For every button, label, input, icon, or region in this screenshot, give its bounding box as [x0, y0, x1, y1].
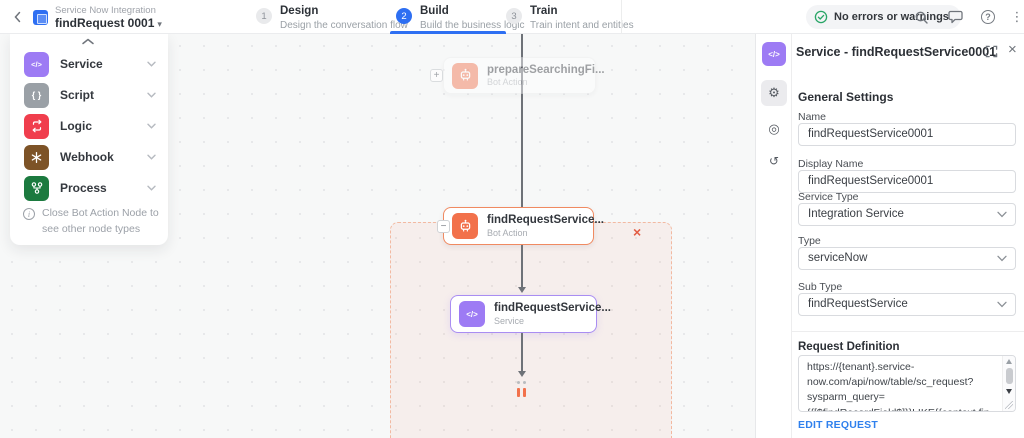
connector-line — [521, 333, 523, 372]
step-number: 1 — [256, 8, 272, 24]
name-label: Name — [798, 111, 826, 123]
display-name-field[interactable]: findRequestService0001 — [798, 170, 1016, 193]
code-icon: </> — [24, 52, 49, 77]
sub-type-label: Sub Type — [798, 281, 842, 293]
service-code-icon: </> — [459, 301, 485, 327]
step-number: 3 — [506, 8, 522, 24]
chevron-down-icon — [997, 301, 1007, 309]
chevron-down-icon — [997, 255, 1007, 263]
service-code-icon: </> — [762, 42, 786, 66]
node-subtitle: Bot Action — [487, 77, 605, 88]
chevron-down-icon — [147, 92, 156, 98]
palette-item-logic[interactable]: Logic — [24, 113, 156, 139]
chevron-down-icon — [147, 123, 156, 129]
back-icon[interactable] — [10, 9, 26, 25]
collapse-node-button[interactable]: − — [437, 220, 450, 233]
node-title: findRequestService... — [494, 301, 611, 315]
scroll-thumb[interactable] — [1006, 368, 1013, 384]
bot-action-icon — [452, 63, 478, 89]
breadcrumb: Service Now Integration — [55, 5, 156, 16]
palette-item-service[interactable]: </> Service — [24, 51, 156, 77]
connector-dot — [523, 381, 526, 384]
node-title: prepareSearchingFi... — [487, 63, 605, 77]
braces-icon: { } — [24, 83, 49, 108]
flowchart-icon — [24, 176, 49, 201]
app-window: Service Now Integration findRequest 0001… — [0, 0, 1024, 438]
step-label: Design — [280, 4, 408, 19]
node-palette: </> Service { } Script Logic Webhook — [10, 34, 168, 245]
palette-item-webhook[interactable]: Webhook — [24, 144, 156, 170]
status-text: No errors or warnings — [834, 11, 949, 23]
sub-type-select[interactable]: findRequestService — [798, 293, 1016, 316]
scroll-up-icon[interactable] — [1006, 359, 1012, 364]
collapse-panel-icon[interactable] — [81, 37, 97, 47]
node-subtitle: Service — [494, 316, 611, 327]
connector-arrow — [518, 371, 526, 377]
step-desc: Design the conversation flow — [280, 19, 408, 32]
node-title: findRequestService... — [487, 213, 604, 227]
service-type-select[interactable]: Integration Service — [798, 203, 1016, 226]
active-tab-underline — [390, 31, 506, 34]
asterisk-icon — [24, 145, 49, 170]
step-desc: Train intent and entities — [530, 19, 634, 32]
top-header: Service Now Integration findRequest 0001… — [0, 0, 1024, 34]
status-badge[interactable]: No errors or warnings — [806, 5, 961, 29]
tab-design[interactable]: 1 Design Design the conversation flow — [256, 4, 408, 32]
step-label: Train — [530, 4, 634, 19]
kebab-menu-icon[interactable]: ⋮ — [1008, 8, 1024, 26]
comment-icon[interactable] — [946, 8, 964, 26]
chevron-down-icon: ▾ — [157, 19, 162, 29]
check-circle-icon — [814, 10, 828, 24]
rotate-icon[interactable]: ↺ — [761, 148, 787, 174]
help-icon[interactable]: ? — [979, 8, 997, 26]
expand-node-button[interactable]: + — [430, 69, 443, 82]
type-select[interactable]: serviceNow — [798, 247, 1016, 270]
node-find-request-bot-action[interactable]: findRequestService... Bot Action − — [443, 207, 594, 245]
palette-item-process[interactable]: Process — [24, 175, 156, 201]
resize-handle[interactable] — [1005, 401, 1013, 409]
app-logo-icon — [33, 10, 48, 25]
edit-request-link[interactable]: EDIT REQUEST — [798, 419, 878, 431]
chevron-down-icon — [147, 154, 156, 160]
connector-arrow — [518, 287, 526, 293]
bot-action-icon — [452, 213, 478, 239]
section-title: General Settings — [798, 90, 893, 104]
drop-target-stub[interactable] — [517, 388, 520, 397]
display-name-label: Display Name — [798, 158, 863, 170]
type-label: Type — [798, 235, 821, 247]
section-divider — [792, 331, 1024, 332]
node-subtitle: Bot Action — [487, 228, 604, 239]
service-inspector-panel: </> ⚙ ◎ ↺ Service - findRequestService00… — [755, 34, 1024, 438]
palette-note: Close Bot Action Node to see other node … — [42, 206, 160, 238]
request-definition-label: Request Definition — [798, 341, 900, 353]
step-number: 2 — [396, 8, 412, 24]
gear-icon[interactable]: ⚙ — [761, 80, 787, 106]
service-type-label: Service Type — [798, 191, 859, 203]
tab-train[interactable]: 3 Train Train intent and entities — [506, 4, 634, 32]
scroll-down-icon[interactable] — [1006, 389, 1012, 394]
project-title-dropdown[interactable]: findRequest 0001▾ — [55, 16, 162, 30]
chevron-down-icon — [997, 211, 1007, 219]
search-icon[interactable] — [912, 8, 930, 26]
name-field[interactable]: findRequestService0001 — [798, 123, 1016, 146]
close-icon[interactable]: × — [1008, 41, 1017, 58]
node-prepare-searching[interactable]: prepareSearchingFi... Bot Action — [443, 57, 596, 94]
drop-target-stub[interactable] — [523, 388, 526, 397]
inspector-title: Service - findRequestService0001 — [796, 45, 996, 59]
header-divider — [621, 0, 622, 34]
info-icon: i — [23, 208, 35, 220]
expand-panel-icon[interactable] — [985, 45, 999, 59]
inspector-rail: </> ⚙ ◎ ↺ — [756, 34, 792, 438]
loop-icon — [24, 114, 49, 139]
node-find-request-service[interactable]: </> findRequestService... Service — [450, 295, 597, 333]
chevron-down-icon — [147, 61, 156, 67]
target-icon[interactable]: ◎ — [761, 116, 787, 142]
close-region-icon[interactable]: × — [633, 224, 641, 240]
connector-dot — [517, 381, 520, 384]
connector-line — [521, 245, 523, 288]
chevron-down-icon — [147, 185, 156, 191]
request-definition-textarea[interactable]: https://{tenant}.service- now.com/api/no… — [798, 355, 1016, 412]
request-definition-value[interactable]: https://{tenant}.service- now.com/api/no… — [807, 360, 993, 412]
palette-item-script[interactable]: { } Script — [24, 82, 156, 108]
